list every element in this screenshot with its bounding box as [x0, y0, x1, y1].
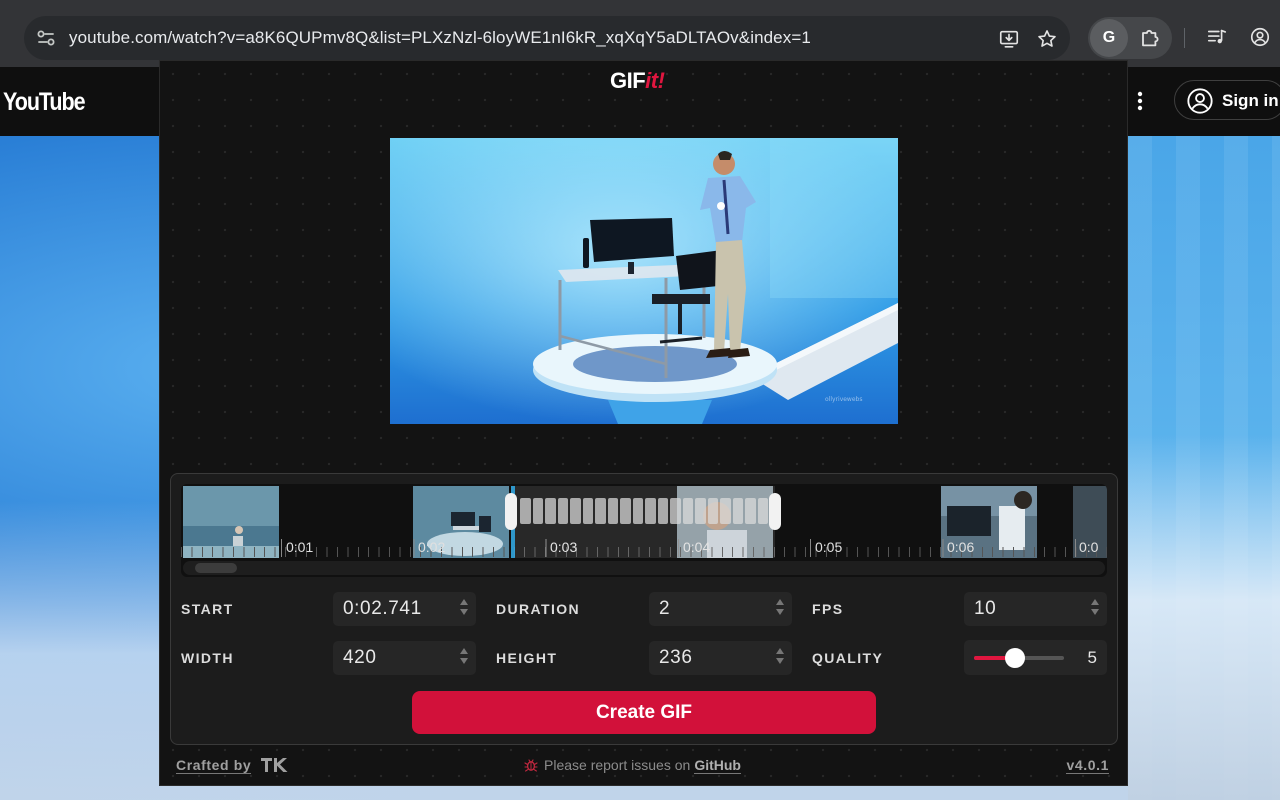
range-start-handle[interactable] — [505, 493, 517, 530]
profile-icon[interactable] — [1249, 26, 1271, 48]
fps-label: FPS — [812, 601, 844, 617]
start-stepper[interactable] — [459, 599, 468, 619]
create-gif-button[interactable]: Create GIF — [412, 691, 876, 734]
report-issues-note: Please report issues on GitHub — [524, 757, 741, 774]
youtube-video-edge — [1128, 136, 1280, 800]
fps-input[interactable]: 10 — [964, 592, 1107, 626]
sign-in-button[interactable]: Sign in — [1174, 80, 1280, 120]
selected-frame-strip — [520, 498, 768, 524]
quality-value: 5 — [1087, 648, 1097, 667]
gif-settings-panel: 0:01 0:02 0:03 0:04 0:05 0:06 0:0 START … — [170, 473, 1118, 745]
gifit-logo-main: GIF — [610, 68, 646, 93]
crafted-by-link[interactable]: Crafted by — [176, 757, 288, 774]
svg-text:ollyrivewebs: ollyrivewebs — [825, 396, 862, 403]
report-issues-text: Please report issues on — [544, 757, 691, 773]
quality-slider[interactable] — [974, 648, 1064, 668]
gifit-logo-accent: it! — [645, 68, 665, 93]
duration-stepper[interactable] — [775, 599, 784, 619]
timeline-scroll-thumb[interactable] — [195, 563, 237, 573]
duration-input[interactable]: 2 — [649, 592, 792, 626]
gif-preview-frame: ollyrivewebs — [390, 138, 898, 424]
install-app-icon[interactable] — [998, 28, 1020, 50]
range-end-handle[interactable] — [769, 493, 781, 530]
bug-icon — [524, 759, 538, 772]
height-input[interactable]: 236 — [649, 641, 792, 675]
url-text[interactable]: youtube.com/watch?v=a8K6QUPmv8Q&list=PLX… — [69, 28, 811, 48]
extensions-pill: G — [1088, 17, 1172, 59]
site-settings-icon[interactable] — [34, 26, 58, 50]
duration-value: 2 — [659, 598, 671, 619]
screen: youtube.com/watch?v=a8K6QUPmv8Q&list=PLX… — [0, 0, 1280, 800]
fps-value: 10 — [974, 598, 997, 619]
youtube-logo[interactable]: YouTube — [3, 88, 86, 117]
gifit-logo: GIFit! — [610, 68, 665, 94]
quality-label: QUALITY — [812, 650, 884, 666]
more-options-icon[interactable] — [1131, 89, 1149, 113]
fps-stepper[interactable] — [1090, 599, 1099, 619]
browser-toolbar: youtube.com/watch?v=a8K6QUPmv8Q&list=PLX… — [0, 0, 1280, 67]
sign-in-label: Sign in — [1222, 91, 1279, 110]
timeline-tick-label: 0:0 — [1079, 539, 1099, 555]
timeline-scrubber[interactable]: 0:01 0:02 0:03 0:04 0:05 0:06 0:0 — [181, 484, 1107, 577]
start-label: START — [181, 601, 234, 617]
timeline-tick-label: 0:02 — [418, 539, 446, 555]
version-link[interactable]: v4.0.1 — [1066, 757, 1109, 774]
height-stepper[interactable] — [775, 648, 784, 668]
crafted-by-label: Crafted by — [176, 757, 252, 774]
timeline-tick-label: 0:06 — [947, 539, 975, 555]
gifit-extension-button[interactable]: G — [1090, 19, 1128, 57]
width-input[interactable]: 420 — [333, 641, 476, 675]
media-controls-icon[interactable] — [1206, 26, 1228, 48]
duration-label: DURATION — [496, 601, 581, 617]
author-logo-icon — [260, 758, 288, 772]
gifit-panel: GIFit! ollyrivewebs 0:01 0:02 0:03 0:04 … — [159, 60, 1128, 786]
timeline-scrollbar[interactable] — [183, 561, 1105, 575]
width-label: WIDTH — [181, 650, 234, 666]
start-input[interactable]: 0:02.741 — [333, 592, 476, 626]
address-bar[interactable]: youtube.com/watch?v=a8K6QUPmv8Q&list=PLX… — [24, 16, 1070, 60]
height-value: 236 — [659, 647, 693, 668]
width-value: 420 — [343, 647, 377, 668]
bookmark-star-icon[interactable] — [1036, 28, 1058, 50]
timeline-tick-label: 0:01 — [286, 539, 314, 555]
start-value: 0:02.741 — [343, 598, 422, 619]
height-label: HEIGHT — [496, 650, 558, 666]
width-stepper[interactable] — [459, 648, 468, 668]
account-circle-icon — [1187, 88, 1213, 114]
timeline-tick-label: 0:05 — [815, 539, 843, 555]
github-link[interactable]: GitHub — [694, 757, 741, 774]
quality-control: 5 — [964, 640, 1107, 675]
toolbar-separator — [1184, 28, 1185, 48]
quality-slider-knob[interactable] — [1004, 648, 1025, 668]
extensions-puzzle-icon[interactable] — [1138, 26, 1162, 50]
